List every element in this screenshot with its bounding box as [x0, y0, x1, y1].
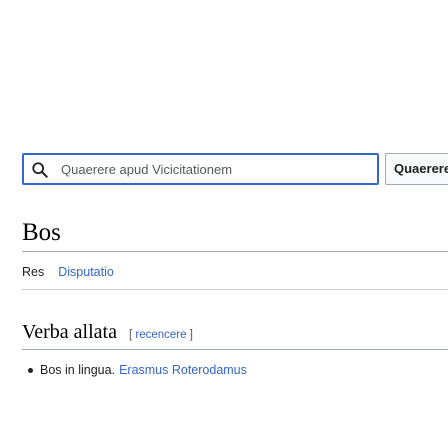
search-input[interactable]	[61, 154, 373, 184]
bullet-icon	[28, 367, 33, 373]
edit-bracket-open: [	[128, 329, 133, 341]
search-icon	[31, 161, 49, 179]
edit-bracket-close: ]	[189, 329, 193, 341]
page-tabs: Res Disputatio	[22, 264, 114, 280]
search-box[interactable]	[22, 153, 379, 185]
section-title: Verba allata	[22, 321, 117, 343]
tab-res[interactable]: Res	[22, 264, 44, 280]
edit-section: [ recencere ]	[129, 329, 193, 341]
tabs-divider	[22, 289, 448, 290]
author-link[interactable]: Erasmus Roterodamus	[119, 362, 247, 378]
page-title: Bos	[22, 219, 61, 246]
edit-section-link[interactable]: recencere	[135, 329, 186, 341]
title-divider	[22, 251, 448, 252]
section-divider	[22, 349, 448, 350]
section-heading: Verba allata [ recencere ]	[22, 320, 193, 344]
tab-disputatio[interactable]: Disputatio	[58, 264, 114, 280]
quote-list: Bos in lingua. Erasmus Roterodamus	[22, 362, 247, 378]
quote-text: Bos in lingua.	[40, 363, 116, 377]
search-button[interactable]: Quaerere	[385, 153, 448, 185]
list-item: Bos in lingua. Erasmus Roterodamus	[22, 362, 247, 378]
